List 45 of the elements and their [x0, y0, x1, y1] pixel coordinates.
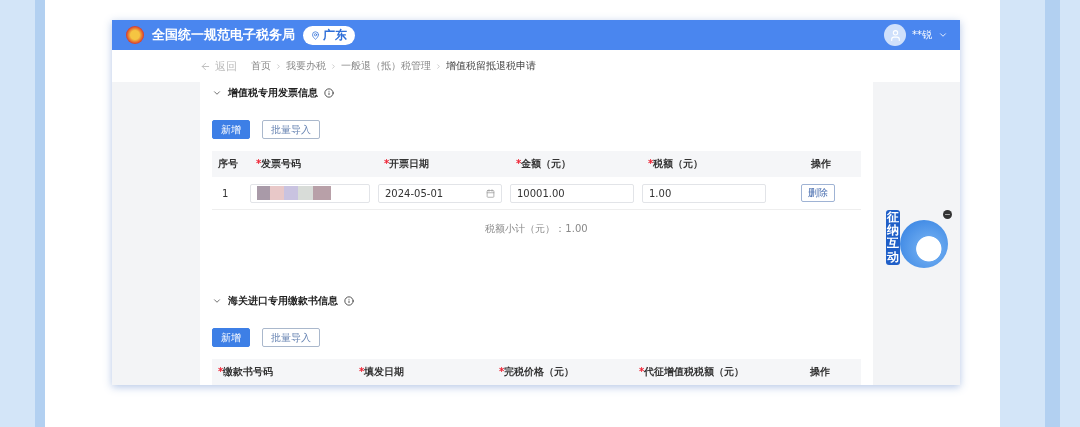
section-title: 增值税专用发票信息	[228, 86, 318, 100]
column-header: 操作	[809, 157, 832, 171]
column-header: *完税价格（元）	[498, 365, 576, 379]
date-field[interactable]: 2024-05-01	[378, 183, 502, 203]
back-arrow-icon	[200, 60, 211, 72]
column-header: *税额（元）	[647, 157, 705, 171]
chevron-right-icon	[275, 62, 282, 70]
add-button[interactable]: 新增	[212, 328, 250, 347]
avatar-icon[interactable]	[884, 24, 906, 47]
column-header: *开票日期	[383, 157, 431, 171]
import-button[interactable]: 批量导入	[262, 120, 320, 139]
info-icon[interactable]	[344, 296, 354, 306]
chevron-down-icon[interactable]	[212, 88, 222, 98]
import-button[interactable]: 批量导入	[262, 328, 320, 347]
chevron-right-icon	[330, 62, 337, 70]
table-cell-text: 1	[221, 187, 230, 199]
chevron-right-icon	[435, 62, 442, 70]
invoice-number-field[interactable]	[250, 183, 370, 203]
info-icon[interactable]	[324, 88, 334, 98]
breadcrumb-item[interactable]: 一般退（抵）税管理	[341, 59, 431, 74]
delete-button[interactable]: 删除	[800, 184, 835, 202]
tax-field[interactable]: 1.00	[642, 183, 766, 203]
column-header: *发票号码	[255, 157, 303, 171]
amount-field[interactable]: 10001.00	[510, 183, 634, 203]
site-title: 全国统一规范电子税务局	[152, 26, 295, 45]
column-header: *填发日期	[358, 365, 406, 379]
column-header: *缴款书号码	[217, 365, 275, 379]
column-header: 序号	[217, 157, 239, 171]
column-header: *金额（元）	[515, 157, 573, 171]
column-header: *代征增值税税额（元）	[638, 365, 746, 379]
section-title: 海关进口专用缴款书信息	[228, 294, 338, 308]
close-icon[interactable]	[943, 210, 952, 219]
breadcrumb-item[interactable]: 增值税留抵退税申请	[446, 59, 536, 74]
calendar-icon[interactable]	[486, 188, 495, 198]
breadcrumb-item[interactable]: 我要办税	[286, 59, 326, 74]
chevron-down-icon[interactable]	[212, 296, 222, 306]
location-pin-icon	[311, 30, 320, 40]
breadcrumb-item[interactable]: 首页	[251, 59, 271, 74]
assistant-label[interactable]: 征纳互动	[886, 210, 900, 265]
subtotal-text: 税额小计（元）：1.00	[485, 222, 588, 236]
region-selector[interactable]: 广东	[303, 25, 355, 45]
add-button[interactable]: 新增	[212, 120, 250, 139]
user-name[interactable]: **锐	[912, 28, 932, 43]
column-header: 操作	[809, 365, 831, 379]
emblem-icon	[126, 26, 144, 45]
